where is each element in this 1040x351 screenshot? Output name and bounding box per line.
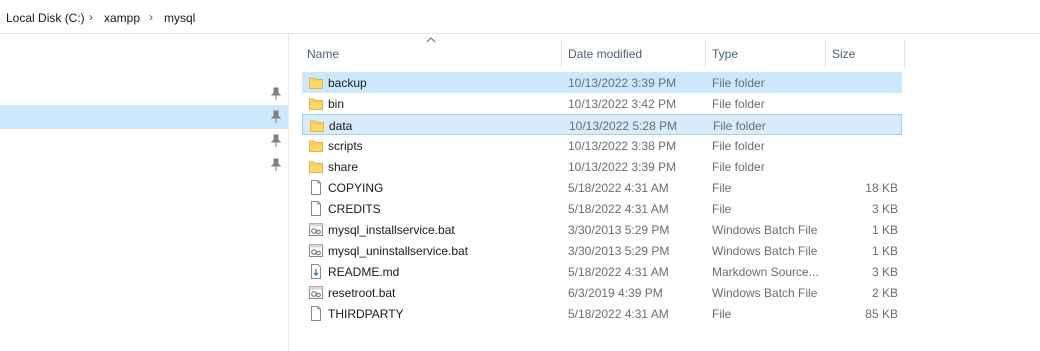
column-divider[interactable] [825,40,826,68]
column-header-row: Name Date modified Type Size [300,34,1040,70]
quick-access-item[interactable] [0,153,288,177]
folder-icon [309,159,323,174]
file-name: THIRDPARTY [328,307,404,321]
table-row[interactable]: THIRDPARTY 5/18/2022 4:31 AM File 85 KB [302,303,902,324]
file-type: Windows Batch File [712,223,818,237]
file-date-modified: 5/18/2022 4:31 AM [568,265,669,279]
table-row[interactable]: bin 10/13/2022 3:42 PM File folder [302,93,902,114]
file-name: mysql_installservice.bat [328,223,455,237]
file-name: bin [328,97,345,111]
column-divider[interactable] [904,40,905,68]
file-icon [309,180,323,195]
file-date-modified: 3/30/2013 5:29 PM [568,244,670,258]
file-name: resetroot.bat [328,286,396,300]
file-date-modified: 5/18/2022 4:31 AM [568,307,669,321]
batch-file-icon [309,222,323,237]
folder-icon [309,138,323,153]
file-type: File [712,181,732,195]
table-row[interactable]: data 10/13/2022 5:28 PM File folder [302,114,902,135]
file-type: File [712,202,732,216]
table-row[interactable]: share 10/13/2022 3:39 PM File folder [302,156,902,177]
file-name: COPYING [328,181,384,195]
file-size: 1 KB [871,244,898,258]
column-header-type[interactable]: Type [712,47,738,61]
file-date-modified: 10/13/2022 3:42 PM [568,97,677,111]
file-name: share [328,160,359,174]
pin-icon [270,110,282,123]
breadcrumb-item-local-disk[interactable]: Local Disk (C:) [6,11,85,25]
breadcrumb-item-mysql[interactable]: mysql [164,11,195,25]
file-type: File folder [712,139,765,153]
table-row[interactable]: mysql_installservice.bat 3/30/2013 5:29 P… [302,219,902,240]
file-date-modified: 5/18/2022 4:31 AM [568,181,669,195]
batch-file-icon [309,285,323,300]
file-icon [309,201,323,216]
table-row[interactable]: README.md 5/18/2022 4:31 AM Markdown Sourc… [302,261,902,282]
table-row[interactable]: resetroot.bat 6/3/2019 4:39 PM Windows Bat… [302,282,902,303]
table-row[interactable]: mysql_uninstallservice.bat 3/30/2013 5:29… [302,240,902,261]
file-type: File folder [712,160,765,174]
file-date-modified: 10/13/2022 3:39 PM [568,160,677,174]
file-type: Windows Batch File [712,286,818,300]
file-name: data [329,119,353,133]
pin-icon [270,158,282,171]
file-date-modified: 5/18/2022 4:31 AM [568,202,669,216]
table-row[interactable]: backup 10/13/2022 3:39 PM File folder [302,72,902,93]
file-date-modified: 10/13/2022 3:39 PM [568,76,677,90]
file-type: File folder [712,76,765,90]
quick-access-item[interactable] [0,82,288,106]
folder-icon [309,96,323,111]
file-date-modified: 10/13/2022 5:28 PM [569,119,678,133]
table-row[interactable]: scripts 10/13/2022 3:38 PM File folder [302,135,902,156]
file-name: mysql_uninstallservice.bat [328,244,469,258]
folder-icon [309,75,323,90]
file-name: backup [328,76,367,90]
quick-access-item[interactable] [0,129,288,153]
file-name: CREDITS [328,202,381,216]
breadcrumb-item-xampp[interactable]: xampp [104,11,140,25]
breadcrumb-separator-icon[interactable]: › [149,10,153,24]
file-size: 85 KB [865,307,898,321]
file-size: 1 KB [871,223,898,237]
file-date-modified: 10/13/2022 3:38 PM [568,139,677,153]
batch-file-icon [309,243,323,258]
breadcrumb: Local Disk (C:) › xampp › mysql [0,0,1040,34]
file-name: scripts [328,139,363,153]
pin-icon [270,134,282,147]
file-name: README.md [328,265,400,279]
file-size: 18 KB [865,181,898,195]
file-size: 3 KB [871,202,898,216]
table-row[interactable]: COPYING 5/18/2022 4:31 AM File 18 KB [302,177,902,198]
file-type: File folder [712,97,765,111]
breadcrumb-separator-icon[interactable]: › [89,10,93,24]
file-size: 3 KB [871,265,898,279]
file-date-modified: 3/30/2013 5:29 PM [568,223,670,237]
file-type: Windows Batch File [712,244,818,258]
column-header-name[interactable]: Name [307,47,339,61]
folder-icon [310,118,324,133]
column-divider[interactable] [561,40,562,68]
column-header-size[interactable]: Size [832,47,855,61]
file-type: File [712,307,732,321]
file-date-modified: 6/3/2019 4:39 PM [568,286,663,300]
sort-ascending-icon [426,37,436,43]
column-header-date-modified[interactable]: Date modified [568,47,642,61]
quick-access-item-selected[interactable] [0,105,288,129]
column-divider[interactable] [705,40,706,68]
file-size: 2 KB [871,286,898,300]
navigation-pane [0,34,289,351]
markdown-file-icon [309,264,323,279]
file-type: File folder [713,119,766,133]
pin-icon [270,87,282,100]
file-type: Markdown Source... [712,265,819,279]
table-row[interactable]: CREDITS 5/18/2022 4:31 AM File 3 KB [302,198,902,219]
file-icon [309,306,323,321]
